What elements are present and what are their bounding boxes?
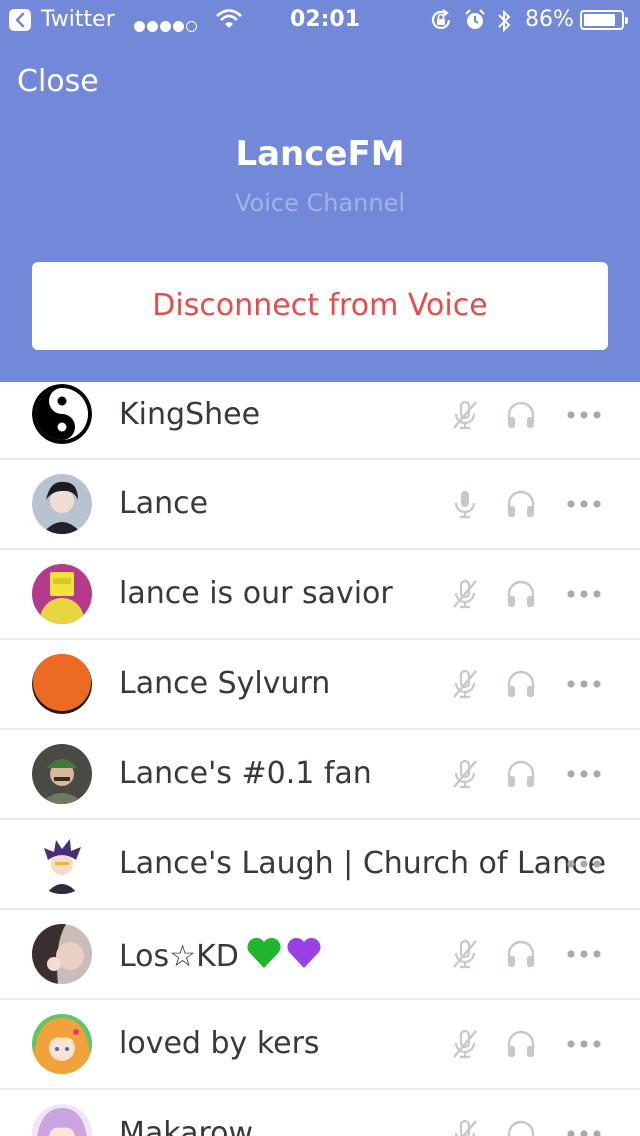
mic-muted-icon: [449, 668, 481, 700]
member-name: lance is our savior: [119, 576, 393, 611]
voice-channel-screen: Twitter 02:01 86% Close LanceFM Voice Ch…: [0, 0, 640, 1136]
battery-percent: 86%: [525, 7, 574, 32]
back-to-app-label[interactable]: Twitter: [41, 6, 115, 34]
member-row[interactable]: Lance Sylvurn: [0, 640, 640, 730]
wifi-icon: [216, 8, 242, 36]
close-button[interactable]: Close: [17, 64, 99, 99]
member-row[interactable]: lance is our savior: [0, 550, 640, 640]
lilac-hair-avatar: [32, 1104, 92, 1136]
more-options-icon[interactable]: [566, 758, 602, 790]
member-row[interactable]: Lance's Laugh | Church of Lance: [0, 820, 640, 910]
channel-title: LanceFM: [235, 134, 405, 174]
mic-muted-icon: [449, 758, 481, 790]
member-name: Makarow: [119, 1116, 254, 1136]
member-name: KingShee: [119, 397, 261, 432]
orange-circle-avatar: [32, 654, 92, 714]
yellow-cube-avatar: [32, 564, 92, 624]
voice-member-list: KingShee Lance lance is our savior Lance…: [0, 382, 640, 1136]
member-row[interactable]: Lance: [0, 460, 640, 550]
more-options-icon[interactable]: [566, 848, 602, 880]
mic-muted-icon: [449, 399, 481, 431]
channel-type-label: Voice Channel: [234, 189, 406, 217]
headphones-icon: [505, 488, 537, 520]
more-options-icon[interactable]: [566, 578, 602, 610]
mic-muted-icon: [449, 1028, 481, 1060]
mic-muted-icon: [449, 938, 481, 970]
mic-icon: [449, 488, 481, 520]
member-name: Lance's Laugh | Church of Lance: [119, 846, 607, 881]
bluetooth-icon: [496, 8, 512, 40]
back-to-app-icon[interactable]: [9, 9, 31, 31]
member-name: Lance: [119, 486, 209, 521]
headphones-icon: [505, 1028, 537, 1060]
mic-muted-icon: [449, 1118, 481, 1136]
yin-yang-avatar: [32, 384, 92, 444]
purple-heart-icon: [285, 936, 323, 979]
cell-signal-icon: [134, 13, 199, 38]
member-name: Lance's #0.1 fan: [119, 756, 372, 791]
member-name-text: Los☆KD: [119, 939, 239, 974]
rotation-lock-icon: [429, 8, 453, 38]
anime-girl-avatar: [32, 1014, 92, 1074]
battery-fill: [584, 14, 615, 26]
headphones-icon: [505, 668, 537, 700]
green-cap-avatar: [32, 744, 92, 804]
more-options-icon[interactable]: [566, 399, 602, 431]
member-row[interactable]: Lance's #0.1 fan: [0, 730, 640, 820]
member-name: Los☆KD: [119, 936, 323, 979]
photo-avatar: [32, 924, 92, 984]
alarm-icon: [463, 8, 487, 38]
member-row[interactable]: loved by kers: [0, 1000, 640, 1090]
more-options-icon[interactable]: [566, 938, 602, 970]
clock: 02:01: [290, 7, 361, 32]
more-options-icon[interactable]: [566, 1028, 602, 1060]
headphones-icon: [505, 1118, 537, 1136]
voice-channel-header: Twitter 02:01 86% Close LanceFM Voice Ch…: [0, 0, 640, 382]
member-row[interactable]: Makarow: [0, 1090, 640, 1136]
battery-icon: [580, 10, 628, 30]
disconnect-from-voice-button[interactable]: Disconnect from Voice: [32, 262, 608, 350]
member-name: Lance Sylvurn: [119, 666, 331, 701]
status-bar: Twitter 02:01 86%: [0, 0, 640, 40]
purple-hair-avatar: [32, 834, 92, 894]
member-name: loved by kers: [119, 1026, 320, 1061]
headphones-icon: [505, 399, 537, 431]
more-options-icon[interactable]: [566, 668, 602, 700]
battery-nub: [625, 17, 628, 24]
more-options-icon[interactable]: [566, 1118, 602, 1136]
headphones-icon: [505, 938, 537, 970]
more-options-icon[interactable]: [566, 488, 602, 520]
mic-muted-icon: [449, 578, 481, 610]
member-row[interactable]: KingShee: [0, 382, 640, 460]
member-row[interactable]: Los☆KD: [0, 910, 640, 1000]
headphones-icon: [505, 578, 537, 610]
green-heart-icon: [245, 936, 283, 979]
dark-hair-avatar: [32, 474, 92, 534]
headphones-icon: [505, 758, 537, 790]
